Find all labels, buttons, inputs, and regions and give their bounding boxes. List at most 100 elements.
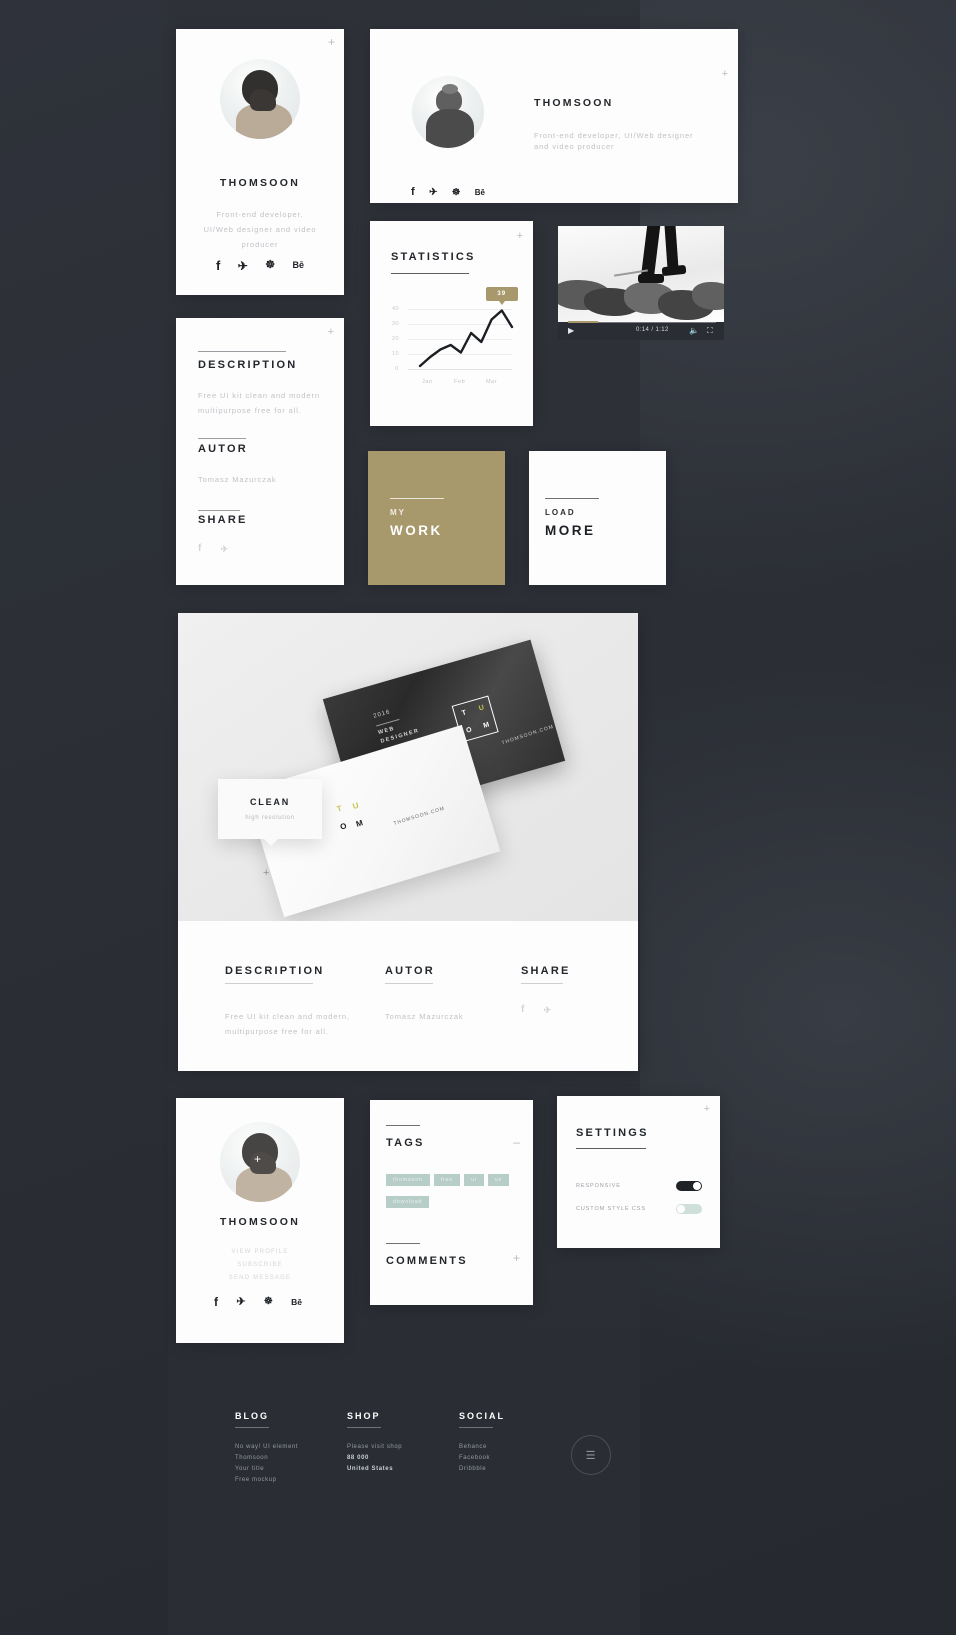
plus-icon[interactable]: + <box>328 327 334 338</box>
logo-letter-t: T <box>461 708 468 717</box>
play-icon[interactable]: ▶ <box>568 326 574 335</box>
tag-item[interactable]: ux <box>487 1174 509 1186</box>
plus-icon[interactable]: + <box>328 36 335 48</box>
my-work-button[interactable]: MY WORK <box>368 451 505 585</box>
business-card-url: THOMSOON.COM <box>392 805 446 827</box>
footer-column-social: SOCIAL Behance Facebook Dribbble <box>459 1411 505 1475</box>
comments-rule <box>386 1243 420 1244</box>
twitter-icon[interactable]: ✈ <box>429 187 437 198</box>
footer-heading: SHOP <box>347 1411 381 1421</box>
description-body: Free UI kit clean and modern, multipurpo… <box>225 1012 350 1036</box>
profile-card-bottom: + THOMSOON VIEW PROFILE SUBSCRIBE SEND M… <box>176 1098 344 1343</box>
plus-icon[interactable]: + <box>513 1252 520 1264</box>
load-more-button[interactable]: LOAD MORE <box>529 451 666 585</box>
plus-icon[interactable]: + <box>263 867 269 879</box>
profile-action-subscribe[interactable]: SUBSCRIBE <box>176 1259 344 1272</box>
dribbble-icon[interactable]: ☸ <box>452 188 461 198</box>
social-links: f ✈ ☸ Bē <box>216 259 304 272</box>
twitter-icon[interactable]: ✈ <box>220 544 228 554</box>
clean-tooltip-title: CLEAN <box>250 797 290 807</box>
avatar <box>220 59 300 139</box>
settings-row-label: CUSTOM STYLE CSS <box>576 1206 646 1212</box>
page-root: + THOMSOON Front-end developer, UI/Web d… <box>0 0 956 1635</box>
volume-icon[interactable]: 🔈 <box>689 326 699 335</box>
behance-icon[interactable]: Bē <box>292 261 304 270</box>
chart-tooltip: 39 <box>485 286 518 305</box>
footer-link[interactable]: Dribbble <box>459 1464 505 1475</box>
avatar: + <box>220 1122 300 1202</box>
facebook-icon[interactable]: f <box>214 1296 218 1308</box>
footer-link[interactable]: Behance <box>459 1442 505 1453</box>
logo-letter-t: T <box>335 803 344 814</box>
my-work-kicker: MY <box>390 508 406 517</box>
footer-logo-mark: ☰ <box>571 1435 611 1475</box>
settings-row-responsive: RESPONSIVE <box>576 1181 702 1191</box>
logo-letter-m: M <box>482 720 491 730</box>
footer-link[interactable]: Facebook <box>459 1453 505 1464</box>
twitter-icon[interactable]: ✈ <box>236 1296 245 1308</box>
business-card-year: 2016 <box>372 709 392 720</box>
footer-text: Please visit shop <box>347 1444 403 1450</box>
twitter-icon[interactable]: ✈ <box>543 1005 551 1015</box>
dribbble-icon[interactable]: ☸ <box>265 260 275 271</box>
behance-icon[interactable]: Bē <box>291 1298 302 1307</box>
footer-link[interactable]: Free mockup <box>235 1475 298 1486</box>
load-more-label: MORE <box>545 523 596 538</box>
mockup-card: 2016 WEB DESIGNER T U O M THOMSOON.COM T… <box>178 613 638 1071</box>
profile-tagline: Front-end developer, UI/Web designer and… <box>203 210 317 249</box>
profile-name: THOMSOON <box>534 97 614 109</box>
minus-icon[interactable]: – <box>513 1136 520 1148</box>
autor-title: AUTOR <box>385 965 435 977</box>
footer-heading: BLOG <box>235 1411 269 1421</box>
x-tick-jan: Jan <box>422 379 433 385</box>
comments-title: COMMENTS <box>386 1255 468 1267</box>
share-rule <box>198 510 240 511</box>
chart-line-svg <box>418 309 514 368</box>
plus-icon[interactable]: + <box>254 1152 261 1166</box>
line-chart: 40 30 20 10 0 39 Jan Feb Mar <box>370 221 533 426</box>
x-tick-mar: Mar <box>486 379 498 385</box>
footer-text: United States <box>347 1466 394 1473</box>
profile-action-view[interactable]: VIEW PROFILE <box>176 1246 344 1259</box>
tags-list: thomsoon free ui ux download <box>386 1168 516 1212</box>
footer-link[interactable]: No way! UI element <box>235 1442 298 1453</box>
x-tick-feb: Feb <box>454 379 466 385</box>
twitter-icon[interactable]: ✈ <box>238 260 248 272</box>
tag-item[interactable]: free <box>433 1174 461 1186</box>
settings-row-label: RESPONSIVE <box>576 1183 621 1189</box>
autor-rule <box>198 438 246 439</box>
social-links: f ✈ ☸ Bē <box>411 187 485 198</box>
behance-icon[interactable]: Bē <box>475 188 485 197</box>
tag-item[interactable]: ui <box>464 1174 484 1186</box>
description-body: Free UI kit clean and modern multipurpos… <box>198 391 320 415</box>
facebook-icon[interactable]: f <box>198 544 201 554</box>
facebook-icon[interactable]: f <box>521 1005 524 1015</box>
responsive-toggle[interactable] <box>676 1181 702 1191</box>
clean-tooltip: CLEAN high resolution <box>218 779 322 846</box>
plus-icon[interactable]: + <box>722 69 728 80</box>
plus-icon[interactable]: + <box>704 1104 710 1115</box>
tags-rule <box>386 1125 420 1126</box>
profile-action-message[interactable]: SEND MESSAGE <box>176 1272 344 1285</box>
facebook-icon[interactable]: f <box>411 187 415 198</box>
settings-rule <box>576 1148 646 1149</box>
social-links: f ✈ ☸ Bē <box>214 1296 302 1308</box>
dribbble-icon[interactable]: ☸ <box>264 1297 273 1307</box>
video-player: ▶ 0:14 / 1:12 🔈 ⛶ <box>558 226 724 340</box>
tags-title: TAGS <box>386 1137 425 1149</box>
custom-css-toggle[interactable] <box>676 1204 702 1214</box>
logo-letter-m: M <box>354 818 365 829</box>
statistics-card: + STATISTICS STATISTICS 40 30 20 10 0 39… <box>370 221 533 483</box>
share-rule <box>521 983 563 984</box>
fullscreen-icon[interactable]: ⛶ <box>707 326 713 336</box>
footer-link[interactable]: Your title <box>235 1464 298 1475</box>
footer-link[interactable]: Thomsoon <box>235 1453 298 1464</box>
tag-item[interactable]: thomsoon <box>386 1174 430 1186</box>
profile-card-vertical: + THOMSOON Front-end developer, UI/Web d… <box>176 29 344 295</box>
tags-card: – TAGS thomsoon free ui ux download + COMMEN… <box>370 1100 533 1305</box>
profile-name: THOMSOON <box>219 1216 301 1228</box>
tag-item[interactable]: download <box>386 1196 430 1208</box>
facebook-icon[interactable]: f <box>216 259 220 272</box>
business-card-url: THOMSOON.COM <box>501 723 555 747</box>
logo-letter-u: U <box>351 800 360 812</box>
